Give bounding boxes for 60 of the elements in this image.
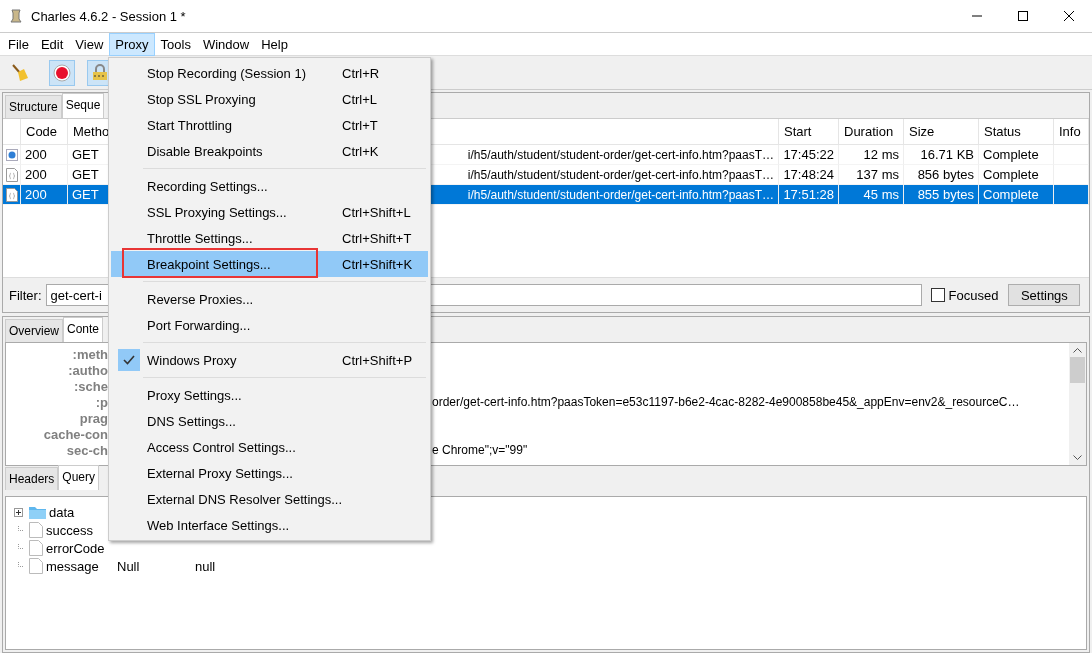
column-header[interactable]: Start [779, 119, 839, 145]
tab[interactable]: Seque [61, 93, 105, 118]
menu-item[interactable]: Access Control Settings... [111, 434, 428, 460]
header-name: prag [78, 411, 108, 427]
tab[interactable]: Conte [63, 317, 104, 342]
table-cell: 855 bytes [904, 185, 979, 205]
menu-item[interactable]: Proxy [109, 32, 155, 56]
menu-item[interactable]: Tools [154, 32, 197, 56]
column-header[interactable]: Duration [839, 119, 904, 145]
header-name: sec-ch [65, 443, 108, 459]
tree-type: Null [117, 558, 141, 574]
column-header[interactable]: Info [1054, 119, 1089, 145]
menu-item[interactable]: Breakpoint Settings... Ctrl+Shift+K [111, 251, 428, 277]
column-header[interactable]: Status [979, 119, 1054, 145]
menu-item[interactable]: Start Throttling Ctrl+T [111, 112, 428, 138]
table-cell: 17:51:28 [779, 185, 839, 205]
table-cell: 200 [21, 145, 68, 165]
tab[interactable]: Overview [5, 319, 63, 342]
menu-item[interactable]: Stop SSL Proxying Ctrl+L [111, 86, 428, 112]
table-cell: GET [68, 185, 109, 205]
column-header[interactable]: Code [21, 119, 68, 145]
table-cell: 12 ms [839, 145, 904, 165]
header-name: :autho [67, 363, 108, 379]
menu-item[interactable]: Web Interface Settings... [111, 512, 428, 538]
menu-item[interactable]: Throttle Settings... Ctrl+Shift+T [111, 225, 428, 251]
menu-item[interactable]: Proxy Settings... [111, 382, 428, 408]
column-header[interactable]: Size [904, 119, 979, 145]
table-cell: Complete [979, 145, 1054, 165]
tree-item[interactable]: errorCode [46, 540, 114, 556]
header-name: :p [94, 395, 108, 411]
checkbox-label: Focused [948, 287, 999, 303]
header-value: order/get-cert-info.htm?paasToken=e53c1197-b6e2-4cac-8282-4e900858be45&_appEnv=env2&_resourceC… [432, 395, 1021, 411]
menu-item[interactable]: View [69, 32, 110, 56]
header-name: :sche [73, 379, 108, 395]
table-cell: 200 [21, 185, 68, 205]
menu-item[interactable]: External DNS Resolver Settings... [111, 486, 428, 512]
tab[interactable]: Query [58, 465, 100, 490]
header-name: cache-con [42, 427, 108, 443]
header-name: :meth [71, 347, 108, 363]
settings-button[interactable]: Settings [1008, 284, 1081, 306]
menu-item[interactable]: Window [196, 32, 256, 56]
menu-item[interactable]: Help [255, 32, 294, 56]
header-value: e Chrome";v="99" [432, 443, 529, 459]
tab[interactable]: Headers [5, 467, 59, 490]
window-title: Charles 4.6.2 - Session 1 * [31, 8, 186, 24]
table-cell: 16.71 KB [904, 145, 979, 165]
menu-item[interactable]: DNS Settings... [111, 408, 428, 434]
tree-value: null [195, 558, 216, 574]
tab[interactable]: Structure [5, 95, 62, 118]
table-cell: Complete [979, 185, 1054, 205]
table-cell: 45 ms [839, 185, 904, 205]
table-cell: 17:45:22 [779, 145, 839, 165]
menu-item[interactable]: External Proxy Settings... [111, 460, 428, 486]
menu-item[interactable]: Edit [34, 32, 70, 56]
filter-label: Filter: [9, 287, 42, 303]
menu-item[interactable]: Windows Proxy Ctrl+Shift+P [111, 347, 428, 373]
tree-item[interactable]: message [46, 558, 114, 574]
menu-item[interactable]: File [2, 32, 35, 56]
menu-item[interactable]: Port Forwarding... [111, 312, 428, 338]
menu-item[interactable]: Stop Recording (Session 1) Ctrl+R [111, 60, 428, 86]
